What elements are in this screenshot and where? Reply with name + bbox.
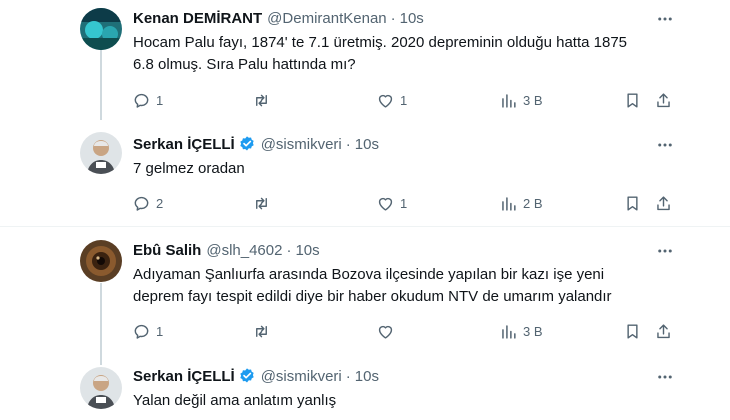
action-bar: 1 3 B [132,321,677,341]
share-icon [657,323,670,338]
tweet-serkan-reply-2[interactable]: Serkan İÇELLİ @sismikveri · 10s Yalan de… [0,365,730,420]
retweet-button[interactable] [252,321,276,341]
more-icon[interactable] [656,136,674,154]
tweet-header: Serkan İÇELLİ @sismikveri · 10s [133,366,379,386]
views-count: 2 B [523,195,543,211]
bookmark-button[interactable] [623,90,642,110]
author-handle[interactable]: @DemirantKenan [267,10,386,27]
like-button[interactable]: 1 [376,193,407,213]
bookmark-icon [627,323,638,339]
action-bar: 2 1 2 B [132,193,677,213]
reply-button[interactable]: 1 [132,90,163,110]
share-button[interactable] [654,90,673,110]
separator-dot: · [390,9,396,27]
tweet-serkan-reply-1[interactable]: Serkan İÇELLİ @sismikveri · 10s 7 gelmez… [0,120,730,226]
tweet-text-line: Yalan değil ama anlatım yanlış [133,392,337,409]
retweet-button[interactable] [252,90,276,110]
more-icon[interactable] [656,242,674,260]
avatar[interactable] [80,132,122,174]
tweet-text-line: 6.8 olmuş. Sıra Palu hattında mı? [133,56,356,73]
tweet-header: Ebû Salih @slh_4602 · 10s [133,240,320,260]
share-icon [657,92,670,107]
reply-icon [134,324,149,339]
author-handle[interactable]: @sismikveri [261,136,342,153]
action-bar: 1 1 3 B [132,90,677,110]
tweet-text: Yalan değil ama anlatım yanlış [133,390,673,412]
views-icon [502,324,516,339]
tweet-text: Adıyaman Şanlıurfa arasında Bozova ilçes… [133,264,673,308]
retweet-icon [256,325,267,337]
tweet-text-line: deprem fayı tespit edildi diye bir haber… [133,288,612,305]
verified-badge-icon [240,136,254,151]
separator-dot: · [345,135,351,153]
views-count: 3 B [523,92,543,108]
like-icon [378,197,393,211]
timestamp[interactable]: 10s [295,242,319,259]
like-count: 1 [400,92,408,108]
author-name[interactable]: Serkan İÇELLİ [133,136,235,153]
like-button[interactable]: 1 [376,90,407,110]
tweet-text-line: Hocam Palu fayı, 1874' te 7.1 üretmiş. 2… [133,34,628,51]
reply-icon [134,93,149,108]
bookmark-icon [627,195,638,211]
share-button[interactable] [654,193,673,213]
avatar[interactable] [80,8,122,50]
share-button[interactable] [654,321,673,341]
timestamp[interactable]: 10s [400,10,424,27]
views-icon [502,93,516,108]
tweet-kenan[interactable]: Kenan DEMİRANT @DemirantKenan · 10s Hoca… [0,0,730,120]
views-icon [502,196,516,211]
bookmark-button[interactable] [623,193,642,213]
author-handle[interactable]: @sismikveri [261,368,342,385]
tweet-ebu-salih[interactable]: Ebû Salih @slh_4602 · 10s Adıyaman Şanlı… [0,227,730,365]
separator-dot: · [286,241,292,259]
tweet-header: Kenan DEMİRANT @DemirantKenan · 10s [133,8,424,28]
views-button[interactable]: 2 B [499,193,543,213]
retweet-icon [256,94,267,106]
avatar[interactable] [80,367,122,409]
reply-button[interactable]: 1 [132,321,163,341]
timestamp[interactable]: 10s [355,368,379,385]
author-name[interactable]: Kenan DEMİRANT [133,10,262,27]
tweet-header: Serkan İÇELLİ @sismikveri · 10s [133,134,379,154]
more-icon[interactable] [656,10,674,28]
separator-dot: · [345,367,351,385]
more-icon[interactable] [656,368,674,386]
reply-count: 1 [156,323,164,339]
retweet-icon [256,197,267,209]
bookmark-icon [627,92,638,108]
like-icon [378,94,393,108]
views-button[interactable]: 3 B [499,90,543,110]
author-handle[interactable]: @slh_4602 [206,242,282,259]
share-icon [657,195,670,210]
reply-icon [134,196,149,211]
views-button[interactable]: 3 B [499,321,543,341]
timestamp[interactable]: 10s [355,136,379,153]
like-count: 1 [400,195,408,211]
reply-button[interactable]: 2 [132,193,163,213]
verified-badge-icon [240,368,254,383]
reply-count: 2 [156,195,164,211]
avatar[interactable] [80,240,122,282]
like-icon [378,325,393,339]
tweet-text: Hocam Palu fayı, 1874' te 7.1 üretmiş. 2… [133,32,673,76]
author-name[interactable]: Ebû Salih [133,242,201,259]
views-count: 3 B [523,323,543,339]
tweet-text-line: 7 gelmez oradan [133,160,245,177]
author-name[interactable]: Serkan İÇELLİ [133,368,235,385]
reply-count: 1 [156,92,164,108]
like-button[interactable] [376,321,400,341]
tweet-text-line: Adıyaman Şanlıurfa arasında Bozova ilçes… [133,266,605,283]
retweet-button[interactable] [252,193,276,213]
tweet-text: 7 gelmez oradan [133,158,673,180]
bookmark-button[interactable] [623,321,642,341]
